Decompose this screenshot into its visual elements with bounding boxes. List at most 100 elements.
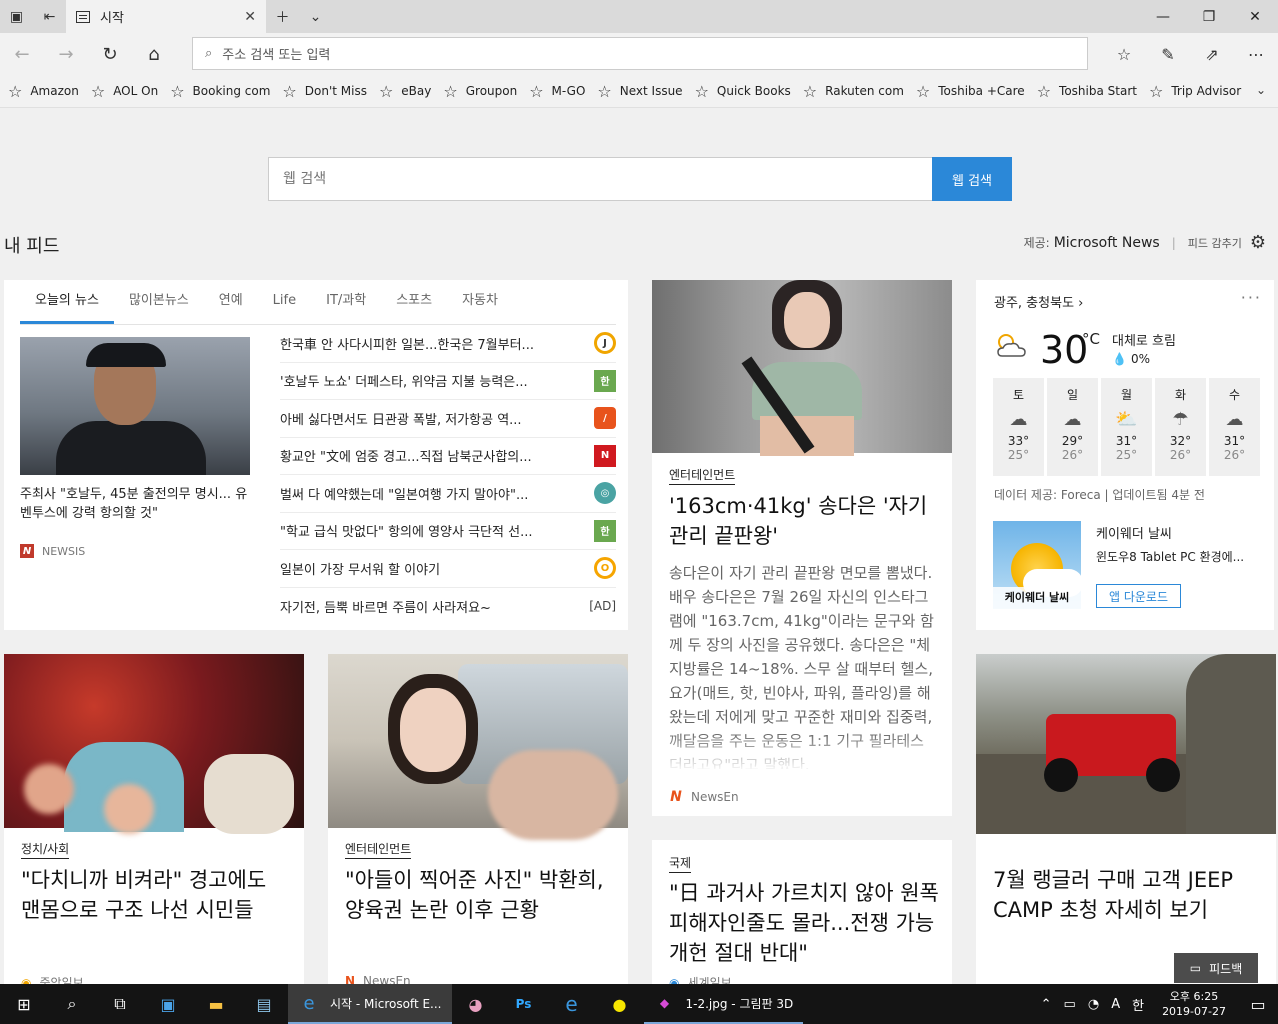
input-mode-indicator[interactable]: A [1105,997,1126,1012]
text-fade [652,732,952,772]
headline-item[interactable]: 황교안 "文에 엄중 경고...직접 남북군사합의... N [280,438,616,475]
more-options-icon[interactable]: ··· [1241,288,1262,307]
headline-item[interactable]: 아베 싫다면서도 日관광 폭발, 저가항공 역... / [280,400,616,438]
paint-icon[interactable]: ◕ [452,984,500,1024]
weather-location[interactable]: 광주, 충청북도 › [994,292,1083,311]
taskbar-app-edge[interactable]: e 시작 - Microsoft E... [288,984,452,1024]
outlook-icon[interactable]: ▣ [144,984,192,1024]
forward-icon[interactable]: → [44,36,88,72]
favorite-item[interactable]: ☆ Quick Books [695,82,791,101]
star-icon: ☆ [378,81,394,101]
share-icon[interactable]: ⇗ [1190,33,1234,75]
internet-explorer-icon[interactable]: e [548,984,596,1024]
publisher-logo-icon: / [594,407,616,430]
favorite-item[interactable]: ☆ AOL On [91,82,158,101]
article-card[interactable]: 정치/사회 "다치니까 비켜라" 경고에도 맨몸으로 구조 나선 시민들 ◉ 중… [4,654,304,984]
windows-start-icon[interactable]: ⊞ [0,984,48,1024]
feedback-button[interactable]: ▭ 피드백 [1174,953,1258,983]
photoshop-icon[interactable]: Ps [500,984,548,1024]
forecast-day[interactable]: 토 ☁ 33° 25° [993,378,1044,476]
favorites-overflow-chevron-icon[interactable]: ⌄ [1256,83,1266,97]
favorite-item[interactable]: ☆ Don't Miss [282,82,367,101]
control-panel-icon[interactable]: ▤ [240,984,288,1024]
clock[interactable]: 오후 6:25 2019-07-27 [1150,989,1238,1019]
back-icon[interactable]: ← [0,36,44,72]
forecast-day[interactable]: 수 ☁ 31° 26° [1209,378,1260,476]
favorite-item[interactable]: ☆ Booking com [170,82,270,101]
hero-news-image[interactable] [20,337,250,475]
tab-start[interactable]: 시작 ✕ [66,0,266,33]
forecast-day[interactable]: 일 ☁ 29° 26° [1047,378,1098,476]
tab-it-science[interactable]: IT/과학 [311,290,381,324]
more-icon[interactable]: ⋯ [1234,33,1278,75]
hangul-indicator[interactable]: 한 [1126,995,1150,1014]
battery-icon[interactable]: ▭ [1058,997,1082,1012]
refresh-icon[interactable]: ↻ [88,36,132,72]
wifi-icon[interactable]: ◔ [1082,997,1105,1012]
close-tab-icon[interactable]: ✕ [244,9,256,25]
favorite-item[interactable]: ☆ eBay [379,82,431,101]
favorites-icon[interactable]: ☆ [1102,33,1146,75]
temperature-unit[interactable]: °C [1082,330,1100,348]
headline-item[interactable]: '호날두 노쇼' 더페스타, 위약금 지불 능력은... 한 [280,363,616,400]
gear-icon[interactable]: ⚙ [1250,232,1266,253]
sponsored-card[interactable]: 7월 랭글러 구매 고객 JEEP CAMP 초청 자세히 보기 [976,654,1276,984]
minimize-button[interactable]: — [1140,0,1186,33]
tab-list-chevron-icon[interactable]: ⌄ [299,0,332,33]
tab-autos[interactable]: 자동차 [447,290,513,324]
forecast-day[interactable]: 월 ⛅ 31° 25° [1101,378,1152,476]
restore-button[interactable]: ❐ [1186,0,1232,33]
star-icon: ☆ [1148,81,1164,101]
close-window-button[interactable]: ✕ [1232,0,1278,33]
headline-item[interactable]: 벌써 다 예약했는데 "일본여행 가지 말아야"... ◎ [280,475,616,513]
file-explorer-icon[interactable]: ▬ [192,984,240,1024]
article-category: 국제 [669,854,692,873]
show-hidden-icons-chevron-icon[interactable]: ⌃ [1035,997,1058,1012]
tab-actions-icon[interactable]: ▣ [0,0,33,33]
set-aside-tabs-icon[interactable]: ⇤ [33,0,66,33]
provider-label: 제공: [1023,236,1050,250]
web-search-input[interactable] [268,157,932,201]
tab-sports[interactable]: 스포츠 [381,290,447,324]
article-card[interactable]: 엔터테인먼트 "아들이 찍어준 사진" 박환희, 양육권 논란 이후 근황 N … [328,654,628,984]
weather-card: 광주, 충청북도 › ··· 30 °C 대체로 흐림 💧 0% 토 ☁ 33° 25°… [976,280,1274,630]
action-center-icon[interactable]: ▭ [1238,984,1278,1024]
web-search-button[interactable]: 웹 검색 [932,157,1012,201]
ad-title[interactable]: 케이웨더 날씨 [1096,523,1172,542]
headline-item[interactable]: "학교 급식 맛없다" 항의에 영양사 극단적 선... 한 [280,513,616,550]
tab-life[interactable]: Life [258,290,311,324]
kweather-ad-image[interactable]: 케이웨더 날씨 [993,521,1081,609]
search-icon[interactable]: ⌕ [48,984,96,1024]
favorite-item[interactable]: ☆ Next Issue [597,82,682,101]
taskbar-app-paint3d[interactable]: ◆ 1-2.jpg - 그림판 3D [643,984,804,1024]
favorite-item[interactable]: ☆ Toshiba +Care [916,82,1025,101]
tab-today-news[interactable]: 오늘의 뉴스 [20,290,114,324]
article-card[interactable]: 국제 "日 과거사 가르치지 않아 원폭 피해자인줄도 몰라...전쟁 가능 개… [652,840,952,984]
favorite-item[interactable]: ☆ Trip Advisor [1149,82,1241,101]
publisher-logo-icon: 한 [594,519,616,542]
favorite-item[interactable]: ☆ Toshiba Start [1037,82,1137,101]
address-bar[interactable]: ⌕ 주소 검색 또는 입력 [192,37,1088,70]
tab-most-viewed[interactable]: 많이본뉴스 [114,290,204,324]
new-tab-icon[interactable]: ＋ [266,0,299,33]
home-icon[interactable]: ⌂ [132,36,176,72]
web-search: 웹 검색 [268,157,1012,201]
headline-item[interactable]: 한국車 안 사다시피한 일본...한국은 7월부터... J [280,325,616,363]
kakaotalk-icon[interactable]: ● [596,984,644,1024]
tab-entertainment[interactable]: 연예 [204,290,258,324]
favorite-item[interactable]: ☆ Groupon [443,82,517,101]
hero-news-caption[interactable]: 주최사 "호날두, 45분 출전의무 명시... 유벤투스에 강력 항의할 것" [20,485,256,523]
favorite-item[interactable]: ☆ M-GO [529,82,585,101]
article-card[interactable]: 엔터테인먼트 '163cm·41kg' 송다은 '자기 관리 끝판왕' 송다은이… [652,280,952,816]
pen-icon[interactable]: ✎ [1146,33,1190,75]
favorite-item[interactable]: ☆ Amazon [8,82,79,101]
newsen-logo-icon: N [670,789,682,805]
headline-item-ad[interactable]: 자기전, 듬뿍 바르면 주름이 사라져요~ [AD] [280,588,616,626]
provider-name[interactable]: Microsoft News [1054,235,1160,251]
app-download-button[interactable]: 앱 다운로드 [1096,584,1182,608]
forecast-day[interactable]: 화 ☂ 32° 26° [1155,378,1206,476]
task-view-icon[interactable]: ⧉ [96,984,144,1024]
hide-feed-link[interactable]: 피드 감추기 [1188,235,1242,251]
headline-item[interactable]: 일본이 가장 무서워 할 이야기 O [280,550,616,588]
favorite-item[interactable]: ☆ Rakuten com [803,82,904,101]
